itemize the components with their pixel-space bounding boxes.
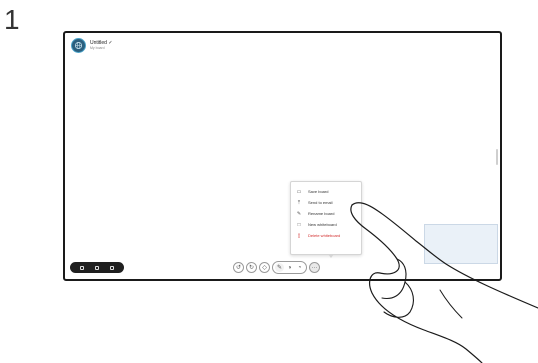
board-title[interactable]: Untitled ✓ bbox=[90, 40, 113, 46]
tool-group: ✎ ◑ ◔ bbox=[272, 261, 307, 274]
menu-item-label: Save board bbox=[308, 189, 329, 194]
sticky-note-icon[interactable]: ◔ bbox=[295, 263, 304, 272]
eraser-icon[interactable]: ◇ bbox=[259, 262, 270, 273]
drawing-toolbar: ↺ ↻ ◇ ✎ ◑ ◔ ··· bbox=[233, 261, 320, 274]
menu-item-new-whiteboard[interactable]: □ New whiteboard bbox=[291, 219, 361, 230]
menu-item-save-board[interactable]: ▭ Save board bbox=[291, 186, 361, 197]
board-subtitle: My board bbox=[90, 45, 105, 50]
page-navigator[interactable] bbox=[70, 262, 124, 273]
scrollbar[interactable] bbox=[496, 149, 498, 165]
menu-item-label: New whiteboard bbox=[308, 222, 337, 227]
upload-icon: ⤒ bbox=[297, 199, 301, 206]
add-page-icon[interactable] bbox=[110, 265, 115, 270]
whiteboard-screen[interactable]: Untitled ✓ My board ▭ Save board ⤒ Send … bbox=[63, 31, 502, 281]
more-icon[interactable]: ··· bbox=[309, 262, 320, 273]
board-options-menu: ▭ Save board ⤒ Send to email ✎ Rename bo… bbox=[290, 181, 362, 255]
new-board-icon: □ bbox=[297, 221, 301, 228]
menu-item-label: Send to email bbox=[308, 200, 333, 205]
pen-icon[interactable]: ✎ bbox=[275, 263, 284, 272]
avatar[interactable] bbox=[71, 38, 86, 53]
page-thumbnail-icon[interactable] bbox=[94, 265, 99, 270]
redo-icon[interactable]: ↻ bbox=[246, 262, 257, 273]
globe-icon bbox=[74, 41, 83, 50]
menu-item-rename-board[interactable]: ✎ Rename board bbox=[291, 208, 361, 219]
menu-item-label: Rename board bbox=[308, 211, 335, 216]
menu-item-delete-whiteboard[interactable]: ▯ Delete whiteboard bbox=[291, 230, 361, 241]
shapes-icon[interactable]: ◑ bbox=[285, 263, 294, 272]
menu-pointer bbox=[328, 254, 334, 258]
board-header[interactable]: Untitled ✓ My board bbox=[71, 38, 113, 53]
menu-item-label: Delete whiteboard bbox=[308, 233, 341, 238]
page-thumbnail-icon[interactable] bbox=[79, 265, 84, 270]
trash-icon: ▯ bbox=[297, 232, 301, 239]
undo-icon[interactable]: ↺ bbox=[233, 262, 244, 273]
pencil-icon: ✎ bbox=[296, 210, 302, 217]
save-icon: ▭ bbox=[296, 188, 302, 195]
minimap[interactable] bbox=[424, 224, 498, 264]
step-number: 1 bbox=[4, 4, 20, 35]
menu-item-send-to-email[interactable]: ⤒ Send to email bbox=[291, 197, 361, 208]
